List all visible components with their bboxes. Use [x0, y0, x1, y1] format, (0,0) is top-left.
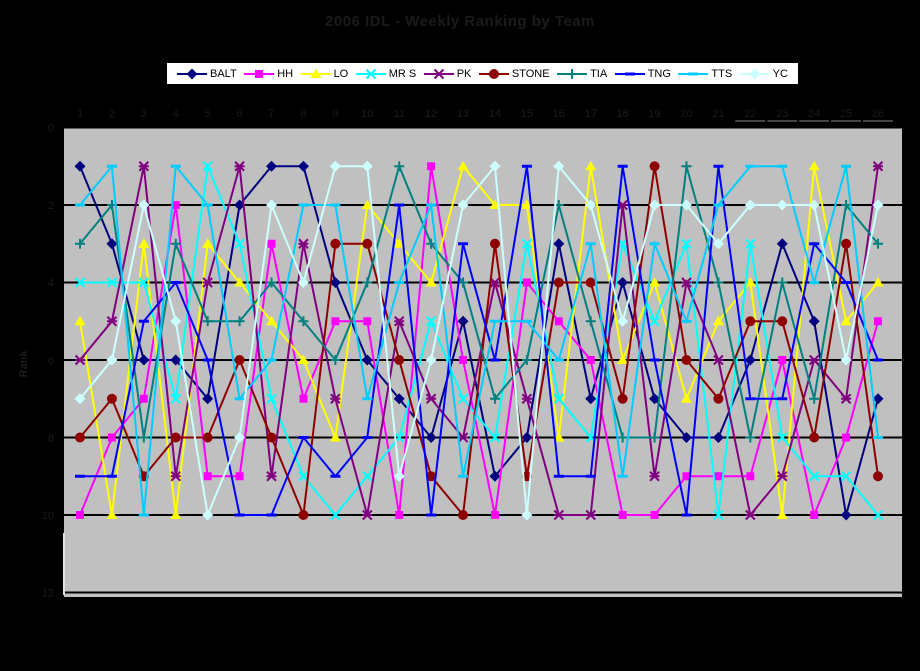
x-tick-label: 1: [77, 108, 83, 120]
x-tick-label: 3: [141, 108, 147, 120]
x-tick-label: 25: [840, 108, 852, 120]
x-tick-label: 24: [808, 108, 820, 120]
x-tick-label: 11: [393, 108, 404, 120]
x-tick-label: 17: [585, 108, 597, 120]
x-tick-label: 8: [300, 108, 306, 120]
x-tick-label: 5: [205, 108, 211, 120]
y-tick-label: 8: [48, 433, 54, 445]
x-tick-label: 22: [744, 108, 756, 120]
x-tick-label: 9: [332, 108, 338, 120]
plot-area: [64, 127, 902, 597]
y-tick-label: 12: [42, 588, 54, 600]
x-tick-label: 2: [109, 108, 115, 120]
x-tick-label: 21: [712, 108, 724, 120]
x-tick-label: 16: [553, 108, 565, 120]
y-tick-label: 6: [48, 355, 54, 367]
x-tick-label: 18: [617, 108, 629, 120]
x-tick-label: 19: [648, 108, 660, 120]
x-tick-label: 14: [489, 108, 501, 120]
x-tick-label: 6: [237, 108, 243, 120]
x-tick-label: 20: [680, 108, 692, 120]
x-tick-label: 15: [521, 108, 533, 120]
y-tick-label: 2: [48, 200, 54, 212]
x-tick-label: 10: [361, 108, 373, 120]
x-tick-label: 7: [268, 108, 274, 120]
plot-layer: 0246810121 2 3 4 5 6 7 8 9 10 11 12 13 14 15 16 17 18 19 20…: [42, 108, 902, 600]
x-tick-label: 23: [776, 108, 788, 120]
chart-svg: 0246810121 2 3 4 5 6 7 8 9 10 11 12 13 14 15 16 17 18 19 20…: [18, 108, 902, 600]
y-tick-label: 0: [48, 123, 54, 135]
y-axis-title: Rank: [18, 350, 30, 378]
y-tick-label: 10: [42, 510, 54, 522]
x-tick-label: 13: [457, 108, 469, 120]
x-tick-label: 4: [173, 108, 179, 120]
y-tick-label: 4: [48, 278, 54, 290]
x-tick-label: 26: [872, 108, 884, 120]
x-tick-label: 12: [425, 108, 437, 120]
excel-chart-window: { "chart_data": { "type": "line", "title…: [0, 0, 920, 671]
